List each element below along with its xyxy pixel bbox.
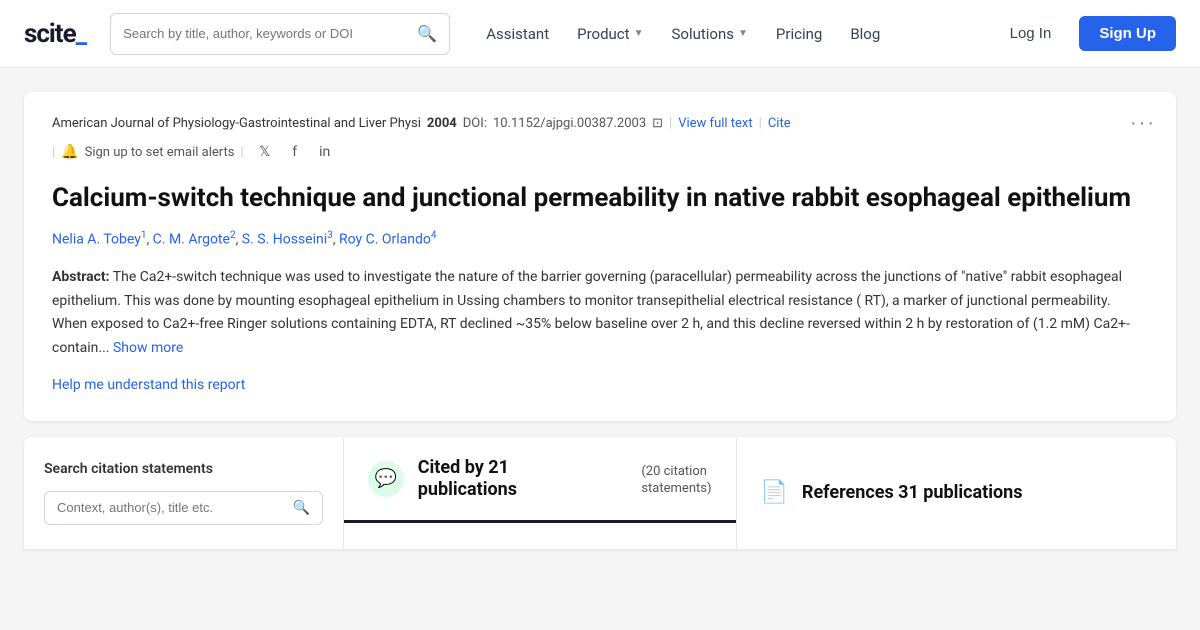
references-panel[interactable]: 📄 References 31 publications: [737, 437, 1177, 549]
author-1[interactable]: Nelia A. Tobey: [52, 232, 141, 248]
bottom-panels: Search citation statements 🔍 💬 Cited by …: [24, 437, 1176, 549]
nav-links: Assistant Product ▼ Solutions ▼ Pricing …: [474, 17, 985, 51]
search-icon: 🔍: [417, 24, 437, 43]
logo[interactable]: scite_: [24, 19, 86, 49]
cite-link[interactable]: Cite: [768, 116, 791, 131]
more-options-button[interactable]: ···: [1130, 112, 1156, 135]
author-2[interactable]: C. M. Argote: [153, 232, 230, 248]
references-text: References 31 publications: [802, 482, 1023, 503]
facebook-icon[interactable]: f: [284, 141, 306, 163]
article-title: Calcium-switch technique and junctional …: [52, 181, 1148, 216]
show-more-link[interactable]: Show more: [113, 340, 183, 356]
cited-bubble-icon: 💬: [368, 461, 404, 497]
cited-text-group: Cited by 21 publications: [418, 457, 612, 500]
cited-main-text: Cited by 21 publications: [418, 457, 612, 500]
nav-pricing[interactable]: Pricing: [764, 17, 834, 51]
abstract-text: The Ca2+-switch technique was used to in…: [52, 269, 1130, 356]
cited-by-tab[interactable]: 💬 Cited by 21 publications (20 citation …: [344, 437, 736, 523]
citation-statements-line2: statements): [641, 481, 711, 496]
citation-search-input[interactable]: [57, 500, 285, 515]
login-button[interactable]: Log In: [994, 17, 1068, 50]
abstract-section: Abstract: The Ca2+-switch technique was …: [52, 266, 1148, 361]
navbar: scite_ 🔍 Assistant Product ▼ Solutions ▼…: [0, 0, 1200, 68]
twitter-icon[interactable]: 𝕏: [254, 141, 276, 163]
article-meta-line: American Journal of Physiology-Gastroint…: [52, 116, 1148, 131]
citation-search-box: 🔍: [44, 491, 323, 525]
author-3[interactable]: S. S. Hosseini: [242, 232, 327, 248]
doi-label: DOI:: [463, 116, 487, 131]
solutions-chevron-icon: ▼: [738, 28, 748, 39]
authors-line: Nelia A. Tobey1, C. M. Argote2, S. S. Ho…: [52, 230, 1148, 248]
nav-actions: Log In Sign Up: [994, 16, 1176, 51]
search-citations-title: Search citation statements: [44, 461, 323, 477]
publication-year: 2004: [427, 116, 457, 131]
article-card: ··· American Journal of Physiology-Gastr…: [24, 92, 1176, 421]
main-content: ··· American Journal of Physiology-Gastr…: [0, 68, 1200, 549]
help-understand-link[interactable]: Help me understand this report: [52, 377, 245, 393]
nav-product[interactable]: Product ▼: [565, 17, 655, 51]
citation-statements-group: (20 citation statements): [641, 462, 711, 496]
social-icons: 𝕏 f in: [254, 141, 336, 163]
copy-icon[interactable]: ⊡: [652, 116, 663, 131]
citation-statements-line1: (20 citation: [641, 464, 707, 479]
journal-name: American Journal of Physiology-Gastroint…: [52, 116, 421, 131]
signup-button[interactable]: Sign Up: [1079, 16, 1176, 51]
linkedin-icon[interactable]: in: [314, 141, 336, 163]
search-box: 🔍: [110, 13, 450, 55]
nav-solutions[interactable]: Solutions ▼: [659, 17, 759, 51]
author-4[interactable]: Roy C. Orlando: [339, 232, 431, 248]
email-alert-text[interactable]: Sign up to set email alerts: [85, 145, 235, 160]
abstract-label: Abstract:: [52, 269, 110, 285]
email-alert-line: | 🔔 Sign up to set email alerts | 𝕏 f in: [52, 141, 1148, 163]
cited-by-panel: 💬 Cited by 21 publications (20 citation …: [344, 437, 737, 549]
nav-blog[interactable]: Blog: [838, 17, 892, 51]
nav-assistant[interactable]: Assistant: [474, 17, 561, 51]
search-input[interactable]: [123, 26, 409, 41]
citation-search-icon: 🔍: [293, 500, 310, 516]
search-citations-panel: Search citation statements 🔍: [24, 437, 344, 549]
doi-value: 10.1152/ajpgi.00387.2003: [493, 116, 646, 131]
references-icon: 📄: [761, 480, 788, 505]
product-chevron-icon: ▼: [634, 28, 644, 39]
view-full-text-link[interactable]: View full text: [678, 116, 752, 131]
bell-icon: 🔔: [61, 144, 78, 160]
